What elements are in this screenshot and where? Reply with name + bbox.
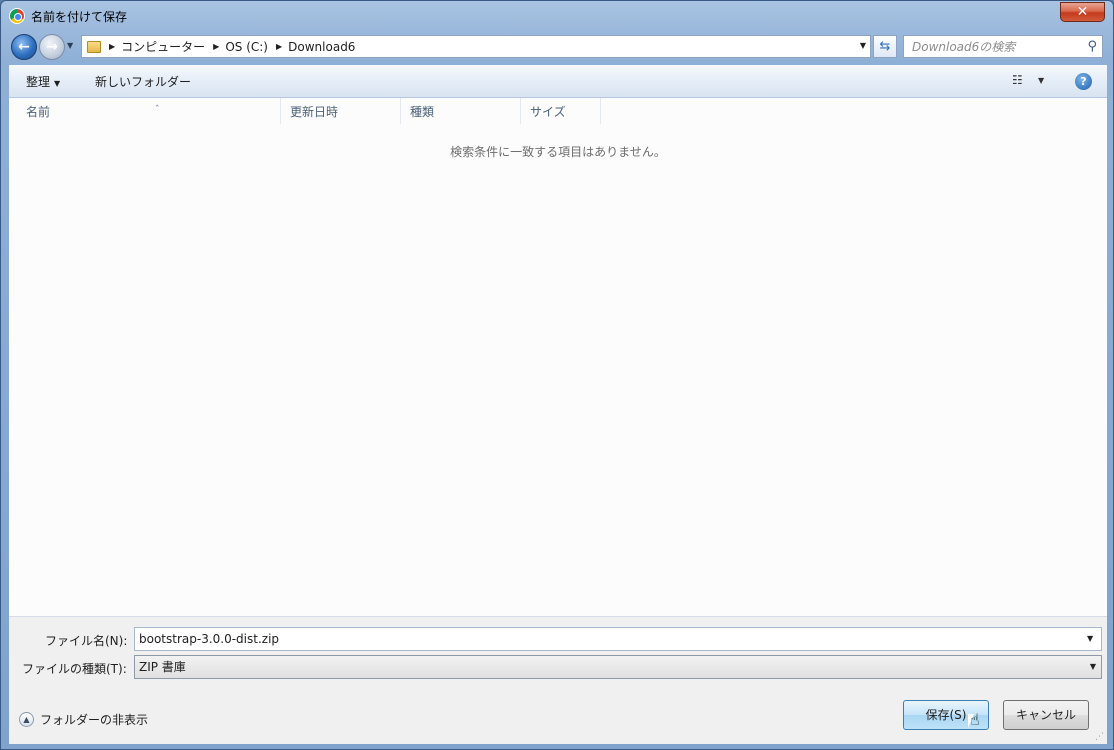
breadcrumb-download6[interactable]: Download6 [288,40,355,54]
folder-icon [87,40,101,53]
chevron-down-icon: ▼ [54,79,61,88]
breadcrumb-arrow-icon[interactable]: ▶ [213,42,219,51]
filename-input[interactable] [134,627,1102,651]
window-title: 名前を付けて保存 [31,10,128,24]
empty-list-message: 検索条件に一致する項目はありません。 [450,145,666,159]
breadcrumb-arrow-icon[interactable]: ▶ [109,42,115,51]
breadcrumb-computer[interactable]: コンピューター [121,38,205,55]
filename-label: ファイル名(N): [45,634,128,648]
refresh-button[interactable]: ⇆ [873,35,897,58]
view-options-icon[interactable]: ☷ [1012,73,1023,87]
filename-dropdown-icon[interactable]: ▼ [1087,634,1093,643]
column-header-size[interactable]: サイズ [521,98,601,124]
hide-folders-label: フォルダーの非表示 [40,713,149,727]
new-folder-button[interactable]: 新しいフォルダー [95,73,191,90]
navigation-bar: ← → ▼ ▶ コンピューター ▶ OS (C:) ▶ Download6 ▼ … [1,31,1113,63]
filetype-label: ファイルの種類(T): [22,662,127,676]
mouse-pointer-icon [968,710,980,729]
collapse-up-icon: ▲ [19,712,34,727]
forward-button[interactable]: → [39,34,65,60]
save-as-dialog: 名前を付けて保存 ✕ ← → ▼ ▶ コンピューター ▶ OS (C:) ▶ D… [0,0,1114,750]
sort-ascending-icon: ˆ [155,105,160,115]
recent-pages-dropdown-icon[interactable]: ▼ [67,41,73,50]
search-box[interactable]: ⚲ [903,35,1103,58]
column-name-label: 名前 [26,105,51,119]
address-bar[interactable]: ▶ コンピューター ▶ OS (C:) ▶ Download6 ▼ [81,35,871,58]
back-button[interactable]: ← [11,34,37,60]
search-icon[interactable]: ⚲ [1087,39,1097,54]
search-input[interactable] [912,36,1082,57]
organize-label: 整理 [26,75,51,89]
chevron-down-icon: ▼ [1089,662,1096,671]
resize-grip-icon[interactable]: ⋰ [1095,732,1104,742]
chrome-icon [9,8,25,24]
command-bar: 整理 ▼ 新しいフォルダー ☷ ▼ ? [9,65,1107,98]
hide-folders-toggle[interactable]: ▲ フォルダーの非表示 [19,711,148,728]
close-button[interactable]: ✕ [1060,2,1105,22]
column-header-name[interactable]: 名前 ˆ [17,98,281,124]
column-header-type[interactable]: 種類 [401,98,521,124]
filetype-value: ZIP 書庫 [139,660,186,674]
column-header-date[interactable]: 更新日時 [281,98,401,124]
file-list[interactable]: 名前 ˆ 更新日時 種類 サイズ 検索条件に一致する項目はありません。 [9,98,1107,616]
title-bar: 名前を付けて保存 ✕ [1,1,1113,31]
save-options-panel: ファイル名(N): ▼ ファイルの種類(T): ZIP 書庫 ▼ ▲ フォルダー… [9,616,1107,744]
address-dropdown-icon[interactable]: ▼ [860,41,866,50]
breadcrumb-os-drive[interactable]: OS (C:) [225,40,268,54]
breadcrumb-arrow-icon[interactable]: ▶ [276,42,282,51]
help-icon[interactable]: ? [1075,73,1092,90]
cancel-button[interactable]: キャンセル [1003,700,1089,730]
organize-button[interactable]: 整理 ▼ [26,73,60,90]
view-dropdown-icon[interactable]: ▼ [1038,76,1044,85]
filetype-select[interactable]: ZIP 書庫 ▼ [134,655,1102,679]
